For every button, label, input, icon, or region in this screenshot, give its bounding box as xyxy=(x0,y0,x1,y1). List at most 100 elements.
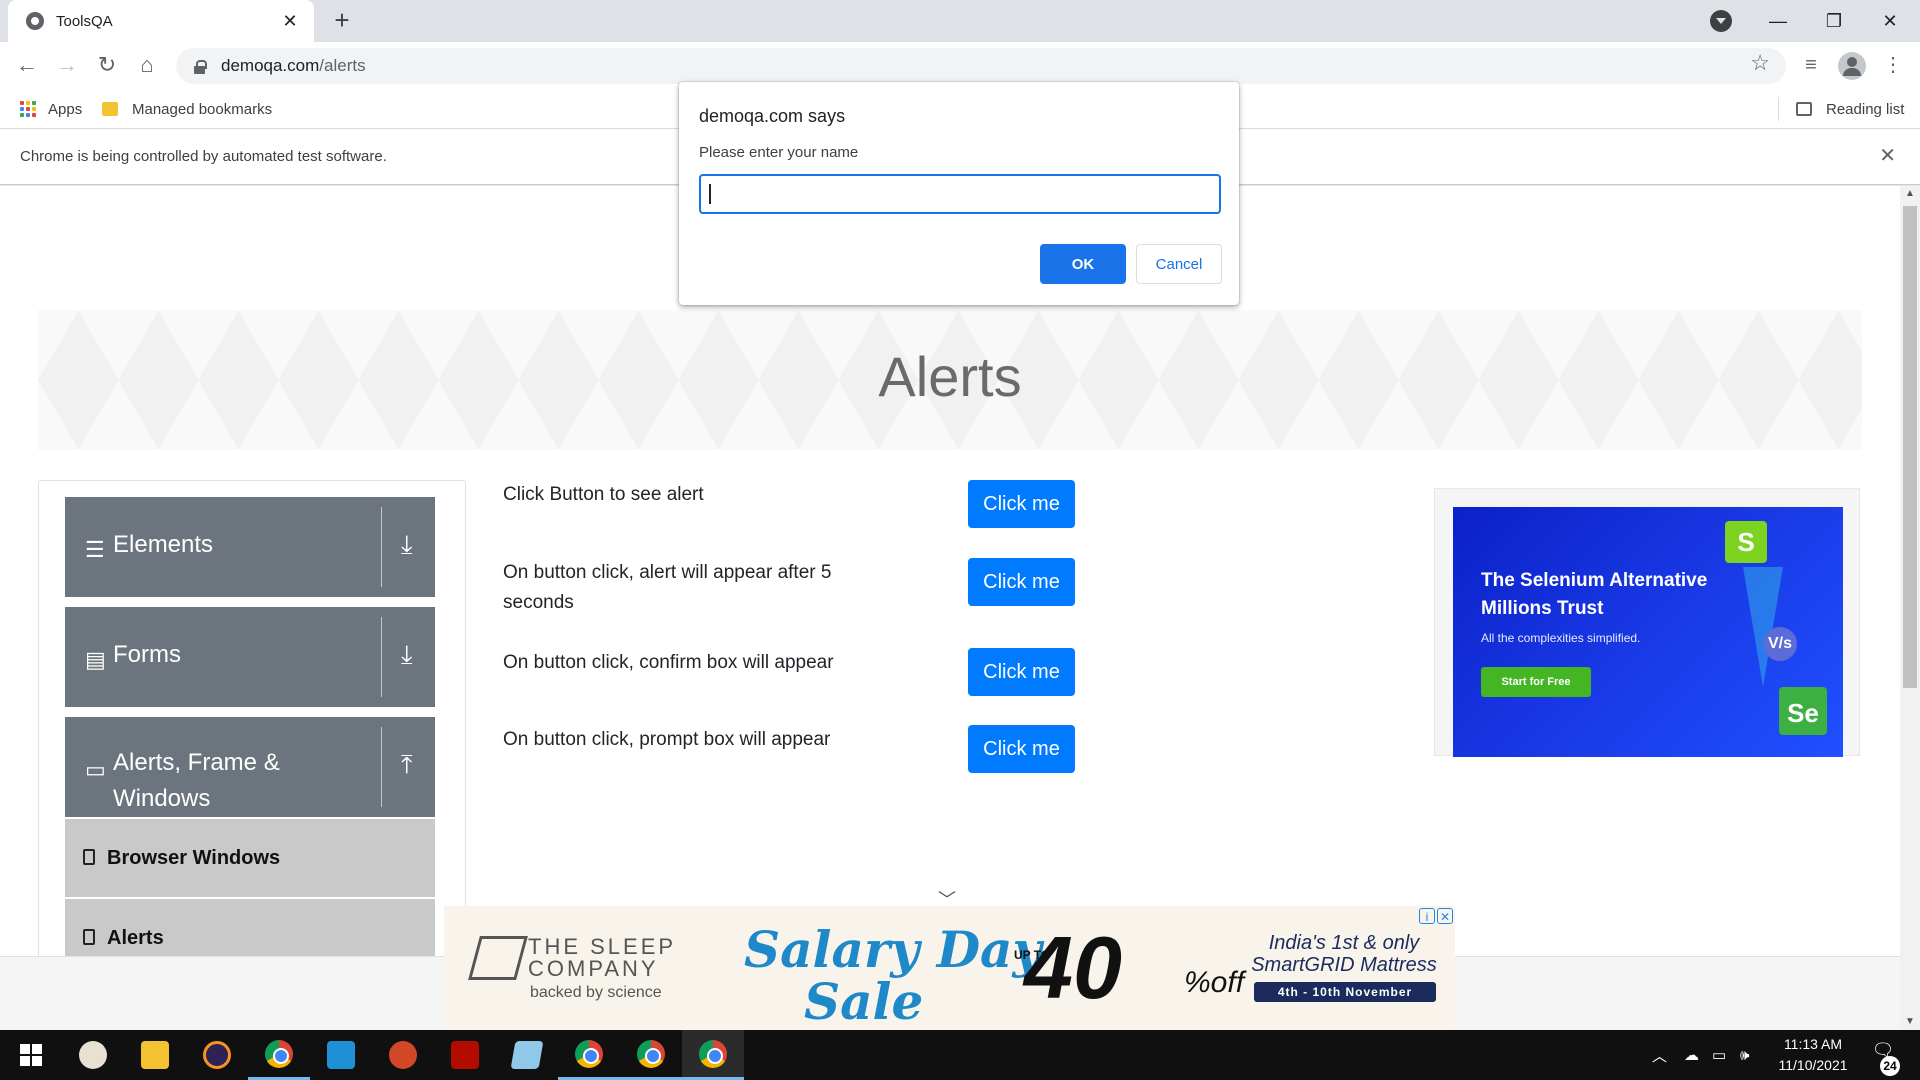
start-button[interactable] xyxy=(0,1030,62,1080)
page-scrollbar[interactable]: ▲ ▼ xyxy=(1900,186,1920,1030)
bottom-ad-banner[interactable]: i ✕ THE SLEEP COMPANY backed by science S… xyxy=(444,906,1455,1030)
group-divider xyxy=(381,507,382,587)
timer-alert-row-label: On button click, alert will appear after… xyxy=(503,562,832,613)
timer-alert-button[interactable]: Click me xyxy=(968,558,1075,606)
menu-item-browser-windows[interactable]: Browser Windows xyxy=(65,819,435,897)
taskbar-app-paint[interactable] xyxy=(62,1030,124,1080)
versus-badge: V/s xyxy=(1763,627,1797,661)
windows-taskbar: ︿ ☁ ▭ 🕪 11:13 AM 11/10/2021 🗨 24 xyxy=(0,1030,1920,1080)
taskbar-app-powerpoint[interactable] xyxy=(372,1030,434,1080)
group-elements[interactable]: ☰ Elements ⤓ xyxy=(65,497,435,597)
chrome-icon xyxy=(637,1039,665,1068)
chrome-icon xyxy=(265,1039,293,1068)
ad-headline: The Selenium Alternative Millions Trust xyxy=(1481,570,1708,619)
expand-arrow-icon[interactable]: ⤓ xyxy=(401,639,413,671)
scroll-up-arrow-icon[interactable]: ▲ xyxy=(1900,186,1920,202)
brand-name: THE SLEEP COMPANY xyxy=(528,936,676,980)
close-window-button[interactable]: ✕ xyxy=(1862,4,1918,38)
prompt-dialog: demoqa.com says Please enter your name O… xyxy=(679,82,1239,305)
bookmark-star-icon[interactable]: ☆ xyxy=(1750,50,1770,76)
prompt-row-label: On button click, prompt box will appear xyxy=(503,729,831,750)
taskbar-app-chrome-1[interactable] xyxy=(248,1030,310,1080)
tab-strip: ToolsQA ✕ + — ❐ ✕ xyxy=(0,0,1920,42)
alert-button[interactable]: Click me xyxy=(968,480,1075,528)
infobar-close-icon[interactable]: ✕ xyxy=(1879,143,1896,168)
discount-off-label: %off xyxy=(1184,966,1245,999)
managed-bookmarks-folder[interactable]: Managed bookmarks xyxy=(102,89,272,129)
battery-icon[interactable]: ▭ xyxy=(1712,1030,1726,1080)
scrollbar-thumb[interactable] xyxy=(1903,206,1917,688)
reading-list-icon xyxy=(1796,102,1812,116)
globe-icon xyxy=(26,12,44,30)
taskbar-clock[interactable]: 11:13 AM 11/10/2021 xyxy=(1768,1034,1858,1076)
group-divider xyxy=(381,617,382,697)
page-icon xyxy=(83,929,95,945)
reload-button[interactable]: ↻ xyxy=(90,48,124,82)
salary-line-1: Salary Day xyxy=(744,920,1042,979)
group-alerts-frame-windows[interactable]: ▭ Alerts, Frame & Windows ⤒ xyxy=(65,717,435,817)
windows-logo-icon xyxy=(20,1044,42,1066)
ad-subtext: All the complexities simplified. xyxy=(1481,631,1641,645)
selenium-logo-icon: Se xyxy=(1779,687,1827,735)
apps-bookmark[interactable]: Apps xyxy=(20,89,82,129)
restore-button[interactable]: ❐ xyxy=(1806,4,1862,38)
powerpoint-icon xyxy=(389,1041,417,1069)
store-icon xyxy=(327,1041,355,1069)
collapse-arrow-icon[interactable]: ⤒ xyxy=(401,749,413,781)
prompt-button[interactable]: Click me xyxy=(968,725,1075,773)
group-elements-label: Elements xyxy=(113,531,214,558)
taskbar-app-chrome-4[interactable] xyxy=(682,1030,744,1080)
taskbar-app-notepad[interactable] xyxy=(496,1030,558,1080)
confirm-button[interactable]: Click me xyxy=(968,648,1075,696)
url-text: demoqa.com/alerts xyxy=(221,56,366,76)
menu-icon[interactable]: ⋮ xyxy=(1878,50,1908,80)
taskbar-app-eclipse[interactable] xyxy=(186,1030,248,1080)
new-tab-button[interactable]: + xyxy=(326,5,358,37)
reading-list-button[interactable]: Reading list xyxy=(1796,89,1904,129)
address-bar[interactable]: demoqa.com/alerts ☆ xyxy=(176,48,1786,84)
taskbar-app-store[interactable] xyxy=(310,1030,372,1080)
scroll-down-arrow-icon[interactable]: ▼ xyxy=(1900,1014,1920,1030)
tab-close-icon[interactable]: ✕ xyxy=(280,11,300,32)
acrobat-icon xyxy=(451,1041,479,1069)
forward-button[interactable]: → xyxy=(50,48,84,82)
clock-time: 11:13 AM xyxy=(1783,1036,1843,1052)
profile-avatar[interactable] xyxy=(1838,52,1866,80)
volume-icon[interactable]: 🕪 xyxy=(1740,1030,1749,1080)
brand-tagline: backed by science xyxy=(530,984,662,1001)
media-control-icon[interactable]: ≡ xyxy=(1796,50,1826,80)
group-divider xyxy=(381,727,382,807)
claim-line-2: SmartGRID Mattress xyxy=(1251,954,1437,976)
taskbar-app-acrobat[interactable] xyxy=(434,1030,496,1080)
expand-arrow-icon[interactable]: ⤓ xyxy=(401,529,413,561)
sleep-company-logo-icon xyxy=(468,936,528,980)
notepad-icon xyxy=(510,1041,544,1069)
page-viewport: Alerts ☰ Elements ⤓ ▤ Forms ⤓ ▭ Alerts, … xyxy=(0,186,1900,1030)
minimize-button[interactable]: — xyxy=(1750,4,1806,38)
dialog-ok-button[interactable]: OK xyxy=(1040,244,1126,284)
group-forms[interactable]: ▤ Forms ⤓ xyxy=(65,607,435,707)
home-button[interactable]: ⌂ xyxy=(130,48,164,82)
tray-overflow-icon[interactable]: ︿ xyxy=(1652,1030,1667,1080)
ad-cta-button[interactable]: Start for Free xyxy=(1481,667,1591,697)
back-button[interactable]: ← xyxy=(10,48,44,82)
sale-dates: 4th - 10th November xyxy=(1254,982,1436,1002)
tab-search-icon[interactable] xyxy=(1710,10,1732,32)
browser-tab[interactable]: ToolsQA ✕ xyxy=(8,0,314,42)
dialog-cancel-button[interactable]: Cancel xyxy=(1136,244,1222,284)
url-path: /alerts xyxy=(319,56,366,75)
dialog-title: demoqa.com says xyxy=(699,106,846,126)
claim-line-1: India's 1st & only xyxy=(1268,932,1420,954)
discount-percent: 40 xyxy=(1024,918,1122,1017)
onedrive-icon[interactable]: ☁ xyxy=(1684,1030,1699,1080)
apps-grid-icon xyxy=(20,101,36,117)
dialog-name-input[interactable] xyxy=(699,174,1221,214)
taskbar-app-chrome-3[interactable] xyxy=(620,1030,682,1080)
taskbar-app-explorer[interactable] xyxy=(124,1030,186,1080)
ad-creative[interactable]: S V/s Se The Selenium Alternative Millio… xyxy=(1453,507,1843,757)
taskbar-app-chrome-2[interactable] xyxy=(558,1030,620,1080)
sidebar-ad[interactable]: S V/s Se The Selenium Alternative Millio… xyxy=(1434,488,1860,757)
ad-info-icon[interactable]: i xyxy=(1419,908,1435,924)
lock-icon[interactable] xyxy=(194,59,207,74)
ad-close-icon[interactable]: ✕ xyxy=(1437,908,1453,924)
